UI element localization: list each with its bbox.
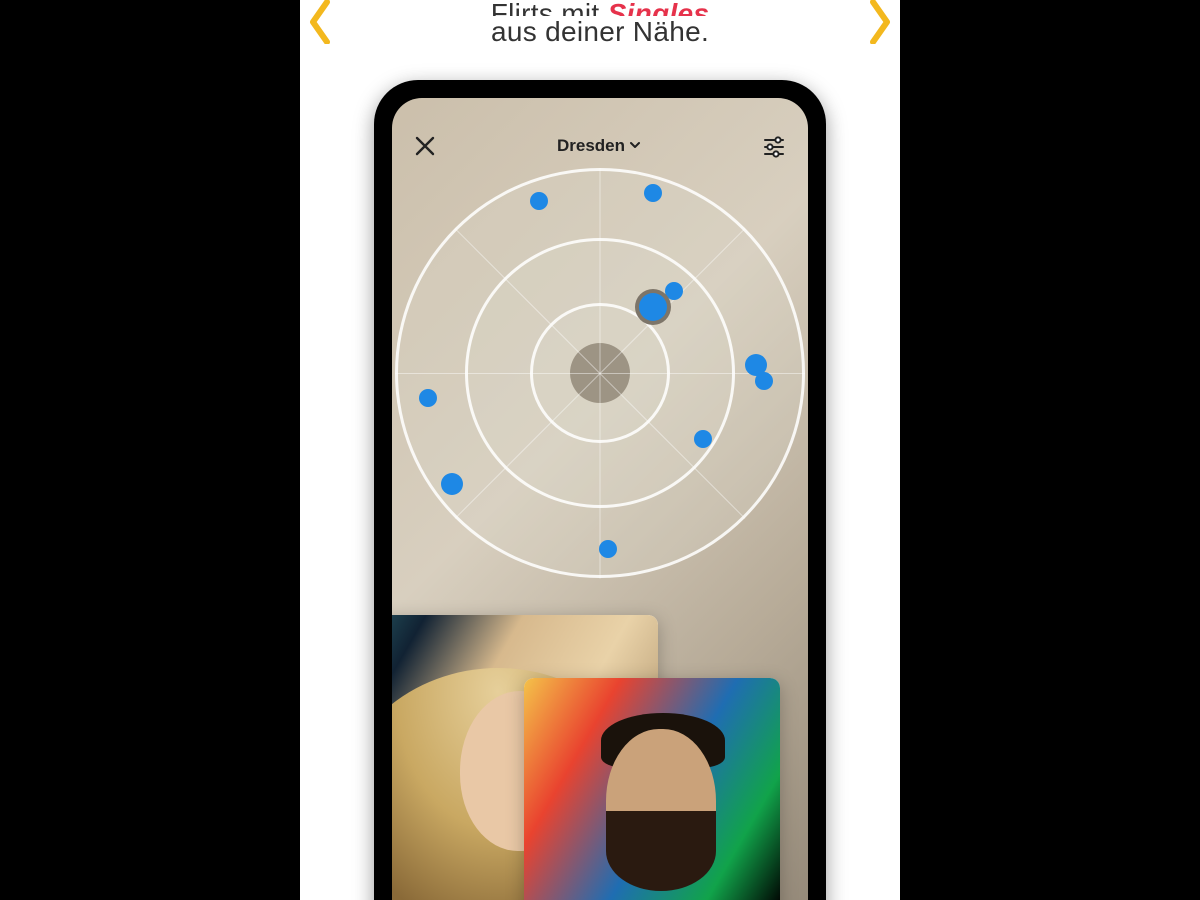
radar-dot[interactable] — [755, 372, 773, 390]
tagline-emph: Singles — [608, 0, 710, 16]
chevron-down-icon — [629, 136, 641, 156]
radar-spoke — [600, 373, 805, 374]
app-topbar: Dresden — [392, 98, 808, 168]
phone-frame: Dresden — [374, 80, 826, 900]
app-screen: Dresden — [392, 98, 808, 900]
promo-stage: Flirts mit Singles aus deiner Nähe. Dres… — [300, 0, 900, 900]
promo-tagline: Flirts mit Singles aus deiner Nähe. — [300, 0, 900, 48]
profile-cards: Elisa, 26 1.2km • Dresden, DE — [392, 617, 808, 900]
tagline-pre: Flirts mit — [491, 0, 600, 16]
radar-spoke — [395, 373, 600, 374]
radar-dot[interactable] — [644, 184, 662, 202]
radar-dot[interactable] — [694, 430, 712, 448]
radar-spoke — [600, 169, 601, 374]
tagline-line2: aus deiner Nähe. — [300, 16, 900, 48]
filters-button[interactable] — [762, 134, 786, 158]
radar-dot[interactable] — [441, 473, 463, 495]
radar-dot[interactable] — [530, 192, 548, 210]
close-button[interactable] — [414, 135, 436, 157]
radar-dot[interactable] — [639, 293, 667, 321]
city-selector[interactable]: Dresden — [557, 136, 641, 156]
radar-dot[interactable] — [665, 282, 683, 300]
radar-view[interactable] — [395, 168, 805, 578]
radar-dot[interactable] — [419, 389, 437, 407]
radar-dot[interactable] — [599, 540, 617, 558]
profile-card[interactable]: Basti, 27 200m • Dresden, DE — [524, 678, 780, 900]
city-label: Dresden — [557, 136, 625, 156]
profile-photo — [524, 678, 780, 900]
